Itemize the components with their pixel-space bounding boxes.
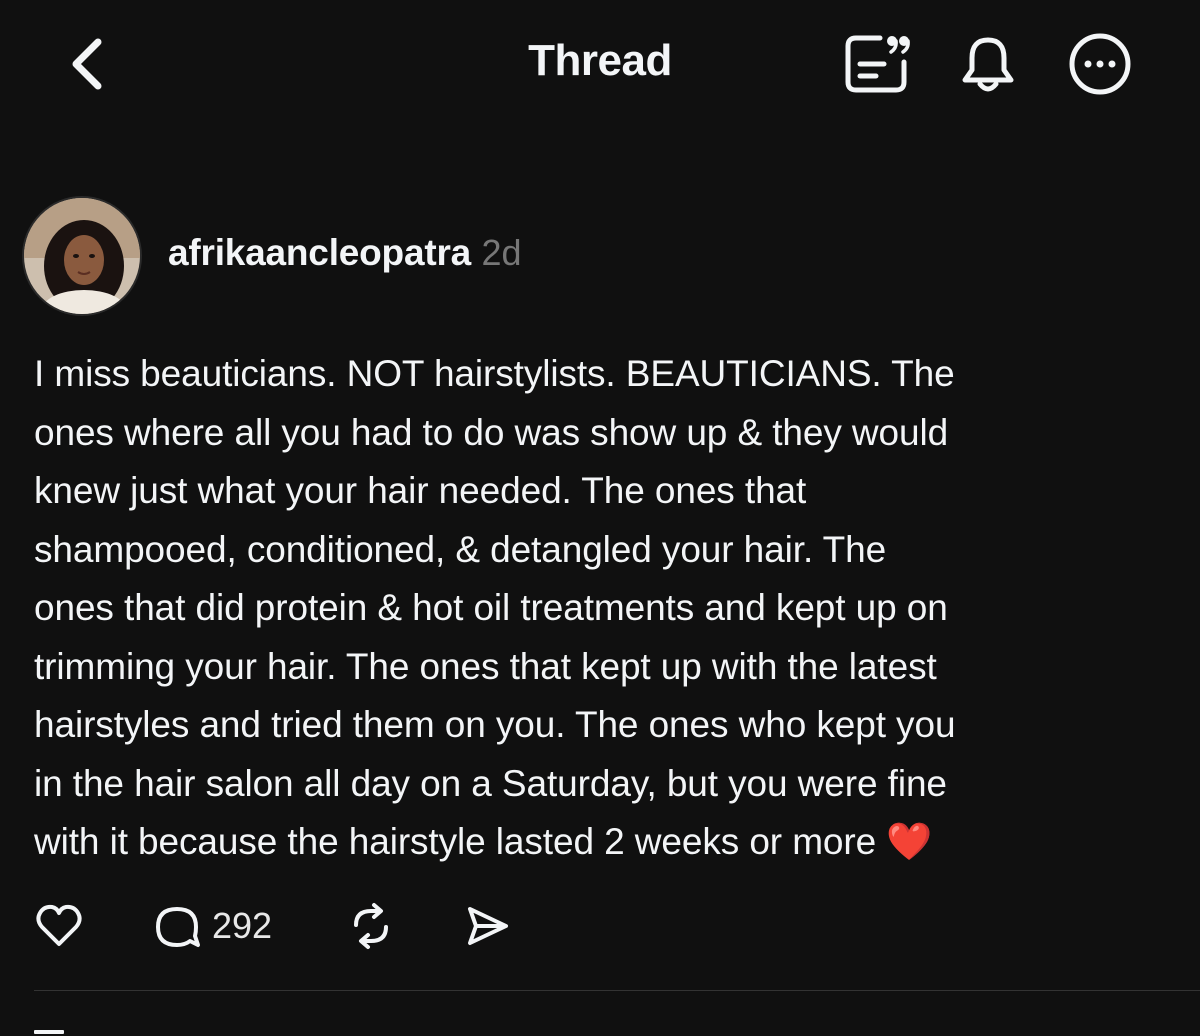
post-divider: [34, 990, 1200, 991]
repost-button[interactable]: [346, 896, 396, 956]
avatar-photo: [24, 198, 140, 314]
avatar[interactable]: [22, 196, 142, 316]
notifications-button[interactable]: [952, 28, 1024, 100]
post-action-bar: 292: [34, 896, 634, 956]
more-options-button[interactable]: [1064, 28, 1136, 100]
thread-screen: Thread afrikaancleopatra 2d I miss beaut…: [0, 0, 1200, 1036]
post-timestamp: 2d: [481, 232, 522, 273]
share-button[interactable]: [462, 896, 512, 956]
quote-post-icon: [845, 35, 910, 93]
reply-bubble-icon: [156, 907, 200, 947]
repost-icon: [354, 903, 388, 949]
like-button[interactable]: [34, 896, 84, 956]
more-options-icon: [1069, 33, 1131, 95]
username[interactable]: afrikaancleopatra: [168, 232, 471, 273]
reply-count: 292: [212, 905, 273, 946]
reply-button[interactable]: 292: [152, 896, 272, 956]
next-post-edge: [34, 1030, 64, 1034]
post-text: I miss beauticians. NOT hairstylists. BE…: [34, 353, 956, 862]
notification-bell-icon: [962, 37, 1014, 92]
post-header: afrikaancleopatra 2d: [22, 196, 1172, 316]
username-row: afrikaancleopatra 2d: [168, 232, 522, 274]
share-send-icon: [468, 907, 508, 945]
top-nav-bar: Thread: [0, 0, 1200, 130]
quote-post-button[interactable]: [840, 28, 912, 100]
heart-icon: [36, 904, 82, 946]
